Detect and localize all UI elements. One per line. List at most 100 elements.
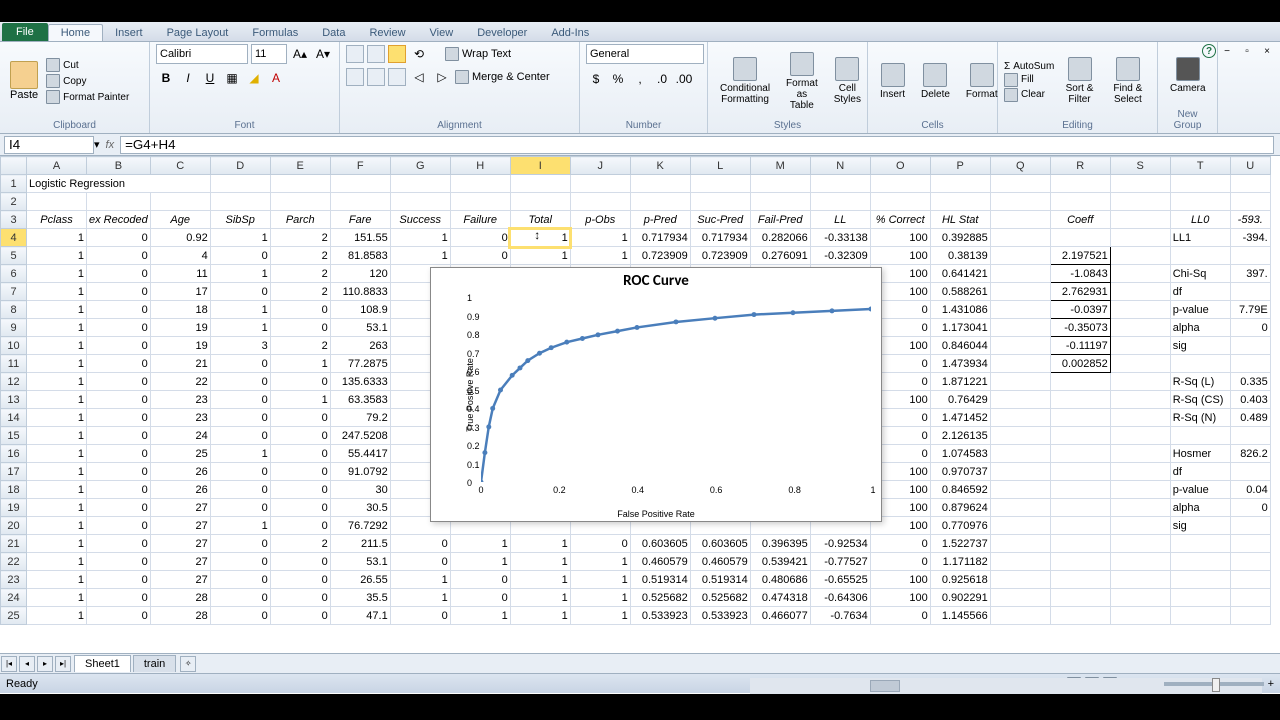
cell[interactable] xyxy=(1230,463,1270,481)
cell[interactable]: 0 xyxy=(270,409,330,427)
cell[interactable]: 1 xyxy=(570,229,630,247)
cell[interactable]: 0 xyxy=(87,373,151,391)
row-header-21[interactable]: 21 xyxy=(1,535,27,553)
fill-color-button[interactable]: ◢ xyxy=(244,68,264,88)
cell[interactable]: 19 xyxy=(150,319,210,337)
last-sheet-icon[interactable]: ▸| xyxy=(55,656,71,672)
cell[interactable]: 1.145566 xyxy=(930,607,990,625)
cell[interactable]: 0 xyxy=(870,607,930,625)
header-cell[interactable]: p-Pred xyxy=(630,211,690,229)
align-center-icon[interactable] xyxy=(367,68,385,86)
cell[interactable] xyxy=(990,481,1050,499)
cell[interactable] xyxy=(1170,175,1230,193)
cell[interactable]: 0.396395 xyxy=(750,535,810,553)
cell[interactable]: 17 xyxy=(150,283,210,301)
cell[interactable] xyxy=(750,193,810,211)
cell[interactable]: 0 xyxy=(87,517,151,535)
cell[interactable] xyxy=(1110,373,1170,391)
cell[interactable] xyxy=(390,175,450,193)
cell[interactable]: 1 xyxy=(27,337,87,355)
cell[interactable] xyxy=(1050,391,1110,409)
cell[interactable] xyxy=(630,175,690,193)
cell[interactable]: 0 xyxy=(210,535,270,553)
cell[interactable]: 1 xyxy=(450,607,510,625)
cell[interactable]: 1 xyxy=(210,517,270,535)
column-header-N[interactable]: N xyxy=(810,157,870,175)
cell[interactable]: 11 xyxy=(150,265,210,283)
cell[interactable]: 4 xyxy=(150,247,210,265)
cell[interactable]: 1 xyxy=(27,553,87,571)
cell[interactable]: 0 xyxy=(210,499,270,517)
cell[interactable]: 1.074583 xyxy=(930,445,990,463)
cell[interactable]: 7.79E xyxy=(1230,301,1270,319)
cell[interactable]: -394. xyxy=(1230,229,1270,247)
cell[interactable]: 0.460579 xyxy=(630,553,690,571)
cell[interactable] xyxy=(1110,589,1170,607)
clear-button[interactable]: Clear xyxy=(1004,88,1054,102)
cell[interactable]: 0.489 xyxy=(1230,409,1270,427)
cell[interactable]: 1 xyxy=(27,373,87,391)
cell[interactable]: 0 xyxy=(870,553,930,571)
cell[interactable]: -0.35073 xyxy=(1050,319,1110,337)
font-size-select[interactable] xyxy=(251,44,287,64)
cell[interactable] xyxy=(1110,463,1170,481)
cell[interactable]: 27 xyxy=(150,535,210,553)
cell[interactable] xyxy=(990,589,1050,607)
row-header-20[interactable]: 20 xyxy=(1,517,27,535)
cell[interactable]: -0.77527 xyxy=(810,553,870,571)
increase-indent-icon[interactable]: ▷ xyxy=(432,67,452,87)
cell[interactable] xyxy=(870,175,930,193)
cell[interactable] xyxy=(1110,427,1170,445)
cell[interactable] xyxy=(1230,193,1270,211)
header-cell[interactable]: Pclass xyxy=(27,211,87,229)
column-header-H[interactable]: H xyxy=(450,157,510,175)
cell[interactable]: 2 xyxy=(270,337,330,355)
orientation-icon[interactable]: ⟲ xyxy=(409,44,429,64)
cell[interactable]: 0.770976 xyxy=(930,517,990,535)
cell[interactable] xyxy=(1050,229,1110,247)
cell[interactable]: 53.1 xyxy=(330,553,390,571)
cell[interactable]: 100 xyxy=(870,229,930,247)
row-header-13[interactable]: 13 xyxy=(1,391,27,409)
border-button[interactable]: ▦ xyxy=(222,68,242,88)
cell[interactable]: 0 xyxy=(270,445,330,463)
cell[interactable]: 0.466077 xyxy=(750,607,810,625)
cell[interactable]: 1 xyxy=(510,553,570,571)
sheet-tab-train[interactable]: train xyxy=(133,655,176,672)
sheet-tab-sheet1[interactable]: Sheet1 xyxy=(74,655,131,672)
cell[interactable]: 0 xyxy=(87,283,151,301)
cell[interactable]: 0.92 xyxy=(150,229,210,247)
cell[interactable]: 1 xyxy=(27,535,87,553)
cell[interactable]: 0 xyxy=(390,553,450,571)
cell[interactable]: 22 xyxy=(150,373,210,391)
header-cell[interactable]: ex Recoded xyxy=(87,211,151,229)
shrink-font-icon[interactable]: A▾ xyxy=(313,44,333,64)
cell[interactable]: 0 xyxy=(87,355,151,373)
cell[interactable] xyxy=(1170,427,1230,445)
cell[interactable]: 0 xyxy=(87,481,151,499)
cell[interactable]: 0 xyxy=(210,463,270,481)
cell[interactable]: 0.539421 xyxy=(750,553,810,571)
cell[interactable] xyxy=(990,463,1050,481)
cell[interactable]: 2 xyxy=(270,535,330,553)
cell[interactable]: 47.1 xyxy=(330,607,390,625)
row-header-9[interactable]: 9 xyxy=(1,319,27,337)
sort-filter-button[interactable]: Sort & Filter xyxy=(1058,55,1100,107)
cell[interactable]: 135.6333 xyxy=(330,373,390,391)
column-header-M[interactable]: M xyxy=(750,157,810,175)
cell[interactable]: 397. xyxy=(1230,265,1270,283)
delete-cells-button[interactable]: Delete xyxy=(915,61,956,102)
cell[interactable] xyxy=(1170,355,1230,373)
column-header-C[interactable]: C xyxy=(150,157,210,175)
cell[interactable] xyxy=(570,175,630,193)
cell[interactable]: 25 xyxy=(150,445,210,463)
cell[interactable]: sig xyxy=(1170,517,1230,535)
cell[interactable]: 1 xyxy=(390,247,450,265)
align-top-icon[interactable] xyxy=(346,45,364,63)
zoom-in-icon[interactable]: + xyxy=(1268,678,1274,690)
cell[interactable]: R-Sq (N) xyxy=(1170,409,1230,427)
cell[interactable]: 0.925618 xyxy=(930,571,990,589)
italic-button[interactable]: I xyxy=(178,68,198,88)
cell[interactable]: 0 xyxy=(87,571,151,589)
column-header-L[interactable]: L xyxy=(690,157,750,175)
